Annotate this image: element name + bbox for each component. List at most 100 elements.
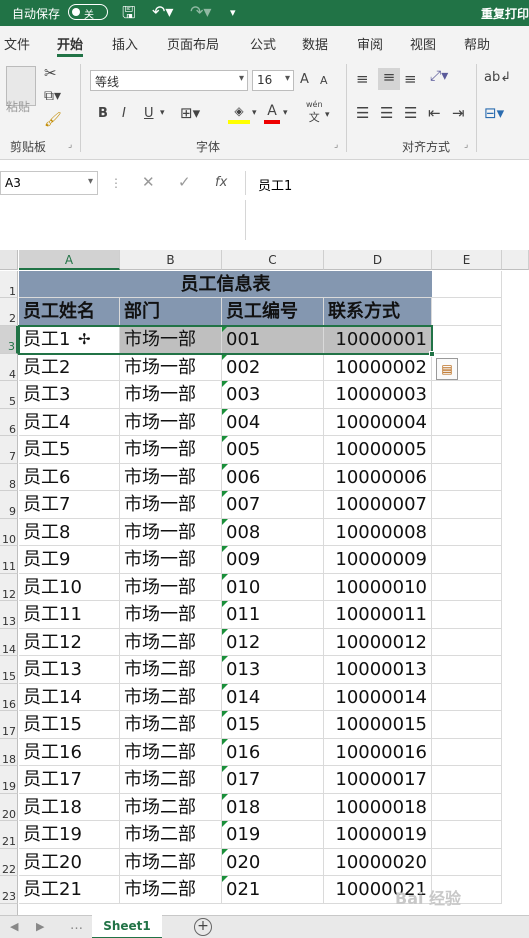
table-cell[interactable]: 021 (222, 876, 324, 904)
row-header[interactable]: 17 (0, 711, 18, 739)
bold-button[interactable]: B (98, 106, 108, 121)
paste-label[interactable]: 粘贴 (6, 98, 30, 115)
table-cell[interactable]: 市场一部 (120, 601, 222, 629)
decrease-indent-icon[interactable]: ⇤ (428, 104, 441, 122)
table-cell[interactable]: 10000006 (324, 463, 432, 491)
align-center-icon[interactable]: ☰ (380, 104, 393, 122)
table-cell[interactable]: 员工16 (19, 738, 120, 766)
table-cell[interactable]: 009 (222, 546, 324, 574)
undo-icon[interactable]: ↶▾ (152, 2, 173, 21)
column-header-b[interactable]: B (120, 250, 222, 270)
table-cell[interactable]: 005 (222, 436, 324, 464)
table-cell[interactable]: 10000001 (324, 326, 432, 354)
chevron-down-icon[interactable]: ▾ (283, 108, 288, 118)
font-size-select[interactable]: 16 ▾ (252, 70, 294, 91)
copy-icon[interactable]: ⧉▾ (44, 88, 61, 104)
table-cell[interactable] (432, 711, 502, 739)
row-header[interactable]: 12 (0, 573, 18, 601)
chevron-down-icon[interactable]: ▾ (252, 108, 257, 118)
table-cell[interactable]: 10000020 (324, 848, 432, 876)
table-cell[interactable]: 10000002 (324, 353, 432, 381)
row-header[interactable]: 21 (0, 821, 18, 849)
worksheet-grid[interactable]: ABCDE 1 2 3 4 5 6 7 8 9 10 11 12 13 14 15 16 17 18 19 20 21 2… (0, 250, 529, 915)
table-cell[interactable] (432, 326, 502, 354)
name-box[interactable]: A3 ▾ (0, 171, 98, 195)
select-all-corner[interactable] (0, 250, 18, 270)
table-cell[interactable]: 市场二部 (120, 683, 222, 711)
table-cell[interactable]: 市场一部 (120, 518, 222, 546)
table-cell[interactable]: 市场一部 (120, 381, 222, 409)
table-cell[interactable] (432, 463, 502, 491)
table-cell[interactable]: 员工3 (19, 381, 120, 409)
table-cell[interactable]: 市场二部 (120, 793, 222, 821)
table-cell[interactable]: 市场二部 (120, 848, 222, 876)
row-header[interactable]: 19 (0, 766, 18, 794)
table-cell[interactable]: 10000015 (324, 711, 432, 739)
table-cell[interactable]: 员工15 (19, 711, 120, 739)
table-cell[interactable]: 市场一部 (120, 353, 222, 381)
column-header-d[interactable]: D (324, 250, 432, 270)
table-cell[interactable] (432, 628, 502, 656)
format-painter-icon[interactable]: 🖌 (44, 112, 62, 128)
table-cell[interactable]: 10000003 (324, 381, 432, 409)
next-sheet-icon[interactable]: ▶ (36, 920, 44, 933)
font-name-select[interactable]: 等线 ▾ (90, 70, 248, 91)
table-cell[interactable]: 市场二部 (120, 738, 222, 766)
wrap-text-icon[interactable]: ab↲ (484, 70, 511, 85)
row-header[interactable]: 18 (0, 738, 18, 766)
table-cell[interactable] (432, 491, 502, 519)
row-header[interactable]: 15 (0, 656, 18, 684)
tab-review[interactable]: 审阅 (357, 34, 383, 53)
table-cell[interactable]: 市场二部 (120, 656, 222, 684)
customize-quick-access-icon[interactable]: ▾ (230, 6, 236, 19)
row-header[interactable]: 6 (0, 408, 18, 436)
table-cell[interactable]: 员工19 (19, 821, 120, 849)
enter-icon[interactable]: ✓ (178, 173, 191, 191)
italic-button[interactable]: I (122, 106, 126, 121)
table-cell[interactable] (432, 656, 502, 684)
table-cell[interactable]: 10000014 (324, 683, 432, 711)
underline-button[interactable]: U (144, 106, 154, 121)
fill-color-icon[interactable]: ◈ (228, 104, 250, 124)
row-header[interactable]: 16 (0, 683, 18, 711)
table-cell[interactable]: 002 (222, 353, 324, 381)
quick-analysis-icon[interactable]: ▤ (436, 357, 458, 380)
table-cell[interactable]: 10000016 (324, 738, 432, 766)
chevron-down-icon[interactable]: ▾ (325, 110, 330, 120)
table-cell[interactable]: 011 (222, 601, 324, 629)
table-cell[interactable] (432, 408, 502, 436)
table-cell[interactable] (432, 271, 502, 298)
table-cell[interactable]: 员工5 (19, 436, 120, 464)
row-header[interactable]: 20 (0, 793, 18, 821)
table-cell[interactable]: 员工8 (19, 518, 120, 546)
table-cell[interactable]: 员工20 (19, 848, 120, 876)
font-color-icon[interactable]: A (264, 102, 280, 124)
autosave-toggle[interactable]: 关 (68, 4, 108, 21)
chevron-down-icon[interactable]: ▾ (160, 108, 165, 118)
align-middle-icon[interactable]: ≡ (378, 68, 400, 90)
add-sheet-icon[interactable]: + (194, 918, 212, 936)
orientation-icon[interactable]: ⤢▾ (430, 68, 448, 84)
table-cell[interactable]: 015 (222, 711, 324, 739)
tab-help[interactable]: 帮助 (464, 34, 490, 53)
tab-page-layout[interactable]: 页面布局 (167, 34, 219, 53)
table-cell[interactable]: 市场一部 (120, 573, 222, 601)
header-cell[interactable]: 联系方式 (324, 298, 432, 326)
align-right-icon[interactable]: ☰ (404, 104, 417, 122)
row-header[interactable]: 9 (0, 491, 18, 519)
table-cell[interactable]: 018 (222, 793, 324, 821)
fill-handle[interactable] (429, 350, 435, 357)
table-cell[interactable]: 001 (222, 326, 324, 354)
column-header-c[interactable]: C (222, 250, 324, 270)
table-cell[interactable]: 10000007 (324, 491, 432, 519)
table-cell[interactable]: 市场二部 (120, 876, 222, 904)
redo-icon[interactable]: ↷▾ (190, 2, 211, 21)
table-cell[interactable]: 员工17 (19, 766, 120, 794)
row-header[interactable]: 5 (0, 381, 18, 409)
table-cell[interactable] (432, 381, 502, 409)
row-header[interactable]: 4 (0, 353, 18, 381)
table-cell[interactable]: 员工12 (19, 628, 120, 656)
table-cell[interactable]: 市场二部 (120, 628, 222, 656)
table-cell[interactable] (432, 601, 502, 629)
tab-view[interactable]: 视图 (410, 34, 436, 53)
